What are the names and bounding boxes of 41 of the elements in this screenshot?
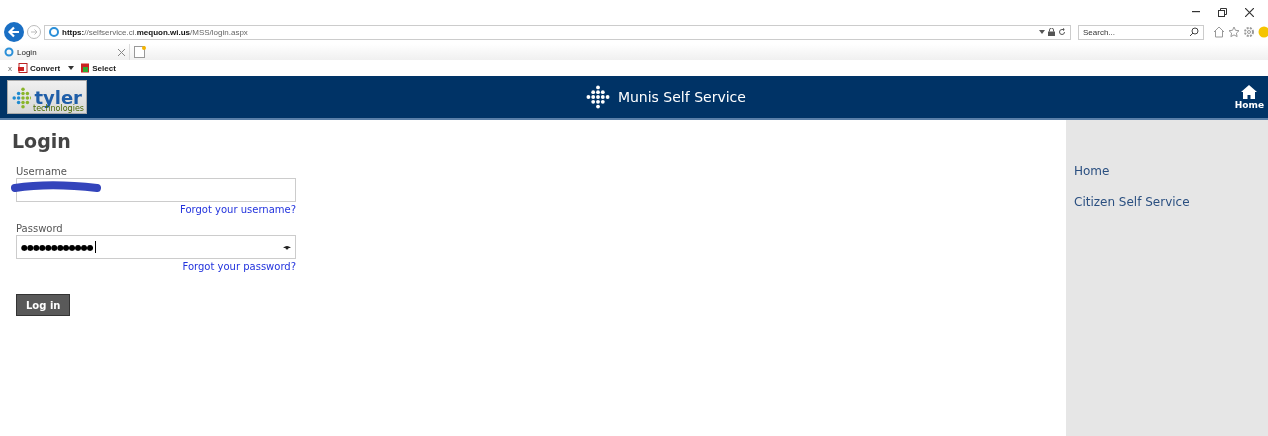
lock-icon (1048, 28, 1055, 36)
pdf-icon (80, 63, 91, 73)
search-icon (1189, 27, 1199, 37)
minimize-icon[interactable] (1192, 11, 1200, 13)
browser-logo-icon (4, 47, 14, 57)
browser-tab[interactable]: Login (4, 44, 130, 60)
diamond-dots-icon (585, 85, 610, 109)
home-icon[interactable] (1213, 26, 1225, 38)
nav-link[interactable]: Citizen Self Service (1074, 195, 1268, 209)
tyler-logo[interactable]: tyler technologies (7, 80, 87, 114)
address-bar[interactable]: https://selfservice.ci.mequon.wi.us/MSS/login.aspx (44, 24, 1071, 40)
close-toolbar-button[interactable]: x (8, 63, 12, 73)
toolbar-button[interactable]: Select (92, 63, 116, 73)
password-field[interactable]: ●●●●●●●●●●●● (16, 235, 296, 259)
home-button[interactable]: Home (1234, 84, 1268, 110)
new-tab-icon[interactable] (133, 45, 147, 59)
search-field[interactable]: Search... (1078, 24, 1204, 40)
tab-close-icon[interactable] (118, 48, 125, 56)
field-label: Password (16, 223, 64, 234)
toolbar-button[interactable]: Convert (30, 63, 61, 73)
home-icon (1241, 84, 1258, 99)
page-title: Login (12, 130, 72, 152)
restore-icon[interactable] (1218, 7, 1227, 17)
forgot-link[interactable]: Forgot your username? (180, 204, 296, 215)
field-value: ●●●●●●●●●●●● (21, 242, 93, 252)
login-button[interactable]: Log in (16, 294, 71, 316)
browser-logo-icon (49, 27, 59, 37)
dropdown-icon[interactable] (1039, 30, 1045, 34)
settings-icon[interactable] (1243, 26, 1255, 38)
pdf-icon (18, 63, 28, 73)
field-label: Username (16, 166, 68, 177)
close-icon[interactable] (1245, 7, 1254, 17)
back-icon[interactable] (4, 22, 24, 42)
show-password-icon[interactable] (283, 244, 291, 250)
star-icon[interactable] (1228, 26, 1240, 38)
forgot-link[interactable]: Forgot your password? (182, 261, 296, 272)
nav-link[interactable]: Home (1074, 164, 1268, 178)
app-title: Munis Self Service (617, 89, 746, 105)
diamond-dots-icon (12, 87, 32, 109)
dropdown-icon[interactable] (68, 66, 75, 70)
refresh-icon[interactable] (1058, 28, 1066, 36)
